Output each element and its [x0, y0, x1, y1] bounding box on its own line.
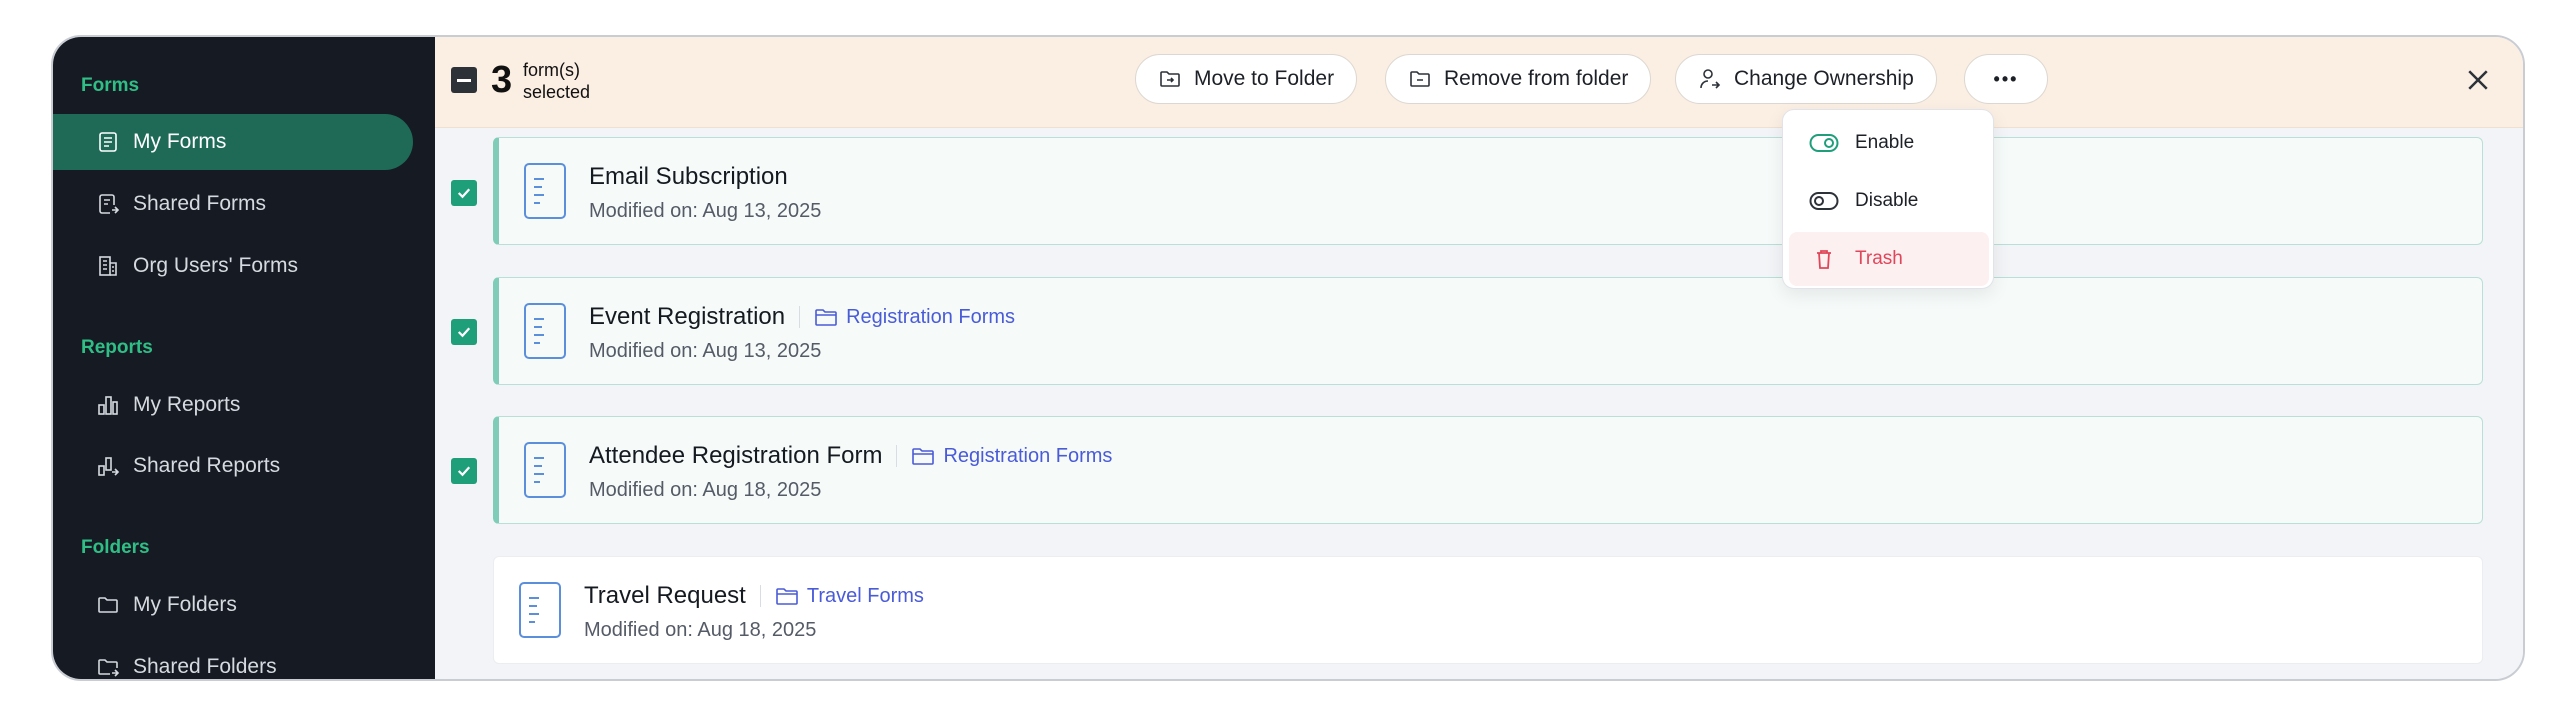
- folder-tag-label: Travel Forms: [806, 584, 924, 607]
- form-modified-date: Modified on: Aug 18, 2025: [584, 619, 817, 641]
- form-title: Travel Request: [584, 582, 746, 609]
- form-title: Event Registration: [589, 303, 786, 330]
- menu-item-disable-label: Disable: [1855, 190, 1919, 211]
- section-label-reports: Reports: [81, 337, 153, 358]
- trash-icon: [1817, 250, 1831, 269]
- menu-item-enable[interactable]: Enable: [1789, 116, 1989, 170]
- sidebar-item-org-users-forms[interactable]: Org Users' Forms: [53, 238, 413, 294]
- bar-chart-icon: [95, 392, 121, 418]
- title-separator: [896, 445, 898, 467]
- form-title-row: Email Subscription: [589, 163, 788, 191]
- sidebar: Forms My Forms Shared Forms Org Users' F…: [53, 37, 435, 679]
- folder-tag-label: Registration Forms: [846, 305, 1016, 328]
- sidebar-item-label: My Folders: [133, 593, 237, 616]
- move-to-folder-button[interactable]: Move to Folder: [1135, 54, 1358, 104]
- remove-from-folder-button[interactable]: Remove from folder: [1385, 54, 1652, 104]
- title-separator: [759, 585, 761, 607]
- folder-tag[interactable]: Travel Forms: [775, 585, 924, 608]
- form-title: Attendee Registration Form: [589, 442, 883, 469]
- section-label-forms: Forms: [81, 75, 140, 96]
- folder-tag[interactable]: Registration Forms: [911, 445, 1112, 468]
- folder-icon: [815, 309, 837, 326]
- sidebar-item-label: Shared Reports: [133, 454, 281, 477]
- user-transfer-icon: [1700, 69, 1721, 89]
- menu-item-trash[interactable]: Trash: [1789, 232, 1989, 286]
- form-title-row: Event Registration Registration Forms: [589, 303, 1015, 331]
- toggle-off-icon: [1809, 192, 1839, 210]
- selected-label-line2: selected: [523, 82, 591, 102]
- close-icon[interactable]: [2463, 65, 2493, 95]
- selection-toolbar: 3 form(s) selected Move to Folder Remove…: [435, 37, 2523, 128]
- sidebar-item-shared-forms[interactable]: Shared Forms: [53, 176, 413, 232]
- row-checkbox[interactable]: [451, 458, 477, 484]
- title-separator: [799, 306, 801, 328]
- change-ownership-button[interactable]: Change Ownership: [1675, 54, 1937, 104]
- folder-icon: [776, 588, 798, 605]
- sidebar-item-my-forms[interactable]: My Forms: [53, 114, 413, 170]
- shared-folder-icon: [95, 654, 121, 679]
- form-title-row: Travel Request Travel Forms: [584, 582, 924, 610]
- sidebar-item-label: Org Users' Forms: [133, 254, 299, 277]
- form-title-row: Attendee Registration Form Registration …: [589, 442, 1112, 470]
- form-card[interactable]: Event Registration Registration Forms Mo…: [493, 277, 2483, 385]
- more-actions-button[interactable]: •••: [1964, 54, 2048, 104]
- folder-icon: [912, 448, 935, 465]
- deselect-all-checkbox[interactable]: [451, 67, 477, 93]
- menu-item-trash-label: Trash: [1855, 248, 1903, 269]
- folder-tag-label: Registration Forms: [943, 444, 1113, 467]
- form-modified-date: Modified on: Aug 18, 2025: [589, 479, 822, 501]
- sidebar-item-my-reports[interactable]: My Reports: [53, 377, 413, 433]
- menu-item-enable-label: Enable: [1855, 132, 1915, 153]
- more-actions-icon: •••: [1993, 68, 2019, 89]
- form-card[interactable]: Travel Request Travel Forms Modified on:…: [493, 556, 2483, 664]
- more-actions-menu: Enable Disable Trash: [1782, 109, 1994, 289]
- form-card[interactable]: Attendee Registration Form Registration …: [493, 416, 2483, 524]
- form-title: Email Subscription: [589, 163, 788, 190]
- check-icon: [457, 188, 471, 199]
- app-window: Forms My Forms Shared Forms Org Users' F…: [51, 35, 2525, 681]
- row-checkbox[interactable]: [451, 180, 477, 206]
- check-icon: [457, 466, 471, 477]
- main-content: 3 form(s) selected Move to Folder Remove…: [435, 37, 2523, 679]
- folder-icon: [95, 592, 121, 618]
- building-icon: [95, 253, 121, 279]
- sidebar-item-shared-folders[interactable]: Shared Folders: [53, 639, 413, 679]
- folder-tag[interactable]: Registration Forms: [814, 306, 1015, 329]
- change-ownership-label: Change Ownership: [1734, 67, 1914, 90]
- selected-label-line1: form(s): [523, 60, 580, 80]
- check-icon: [457, 327, 471, 338]
- toggle-on-icon: [1809, 134, 1839, 152]
- menu-item-disable[interactable]: Disable: [1789, 174, 1989, 228]
- shared-form-icon: [95, 191, 121, 217]
- selected-count: 3: [491, 59, 513, 101]
- selected-count-label: form(s) selected: [523, 59, 643, 103]
- form-document-icon: [519, 582, 561, 638]
- row-checkbox[interactable]: [451, 319, 477, 345]
- form-icon: [95, 129, 121, 155]
- section-label-folders: Folders: [81, 537, 150, 558]
- shared-report-icon: [95, 453, 121, 479]
- sidebar-item-label: My Forms: [133, 130, 227, 153]
- form-document-icon: [524, 163, 566, 219]
- remove-from-folder-label: Remove from folder: [1444, 67, 1629, 90]
- sidebar-item-label: Shared Folders: [133, 655, 277, 678]
- sidebar-item-label: My Reports: [133, 393, 241, 416]
- sidebar-item-my-folders[interactable]: My Folders: [53, 577, 413, 633]
- form-modified-date: Modified on: Aug 13, 2025: [589, 200, 822, 222]
- folder-remove-icon: [1410, 71, 1430, 87]
- sidebar-item-label: Shared Forms: [133, 192, 267, 215]
- sidebar-item-shared-reports[interactable]: Shared Reports: [53, 438, 413, 494]
- move-to-folder-label: Move to Folder: [1194, 67, 1335, 90]
- form-document-icon: [524, 442, 566, 498]
- form-document-icon: [524, 303, 566, 359]
- folder-move-icon: [1160, 71, 1180, 87]
- form-card[interactable]: Email Subscription Modified on: Aug 13, …: [493, 137, 2483, 245]
- form-modified-date: Modified on: Aug 13, 2025: [589, 340, 822, 362]
